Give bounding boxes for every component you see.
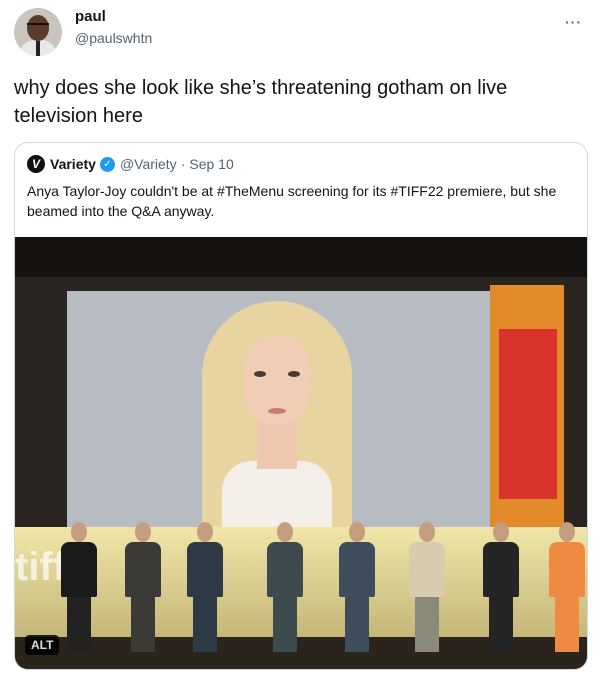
tweet-photo[interactable]: tiff ALT [15, 237, 587, 669]
portrait-right-eye [288, 371, 300, 377]
alt-text-badge[interactable]: ALT [25, 635, 60, 655]
theatre-ceiling [15, 237, 587, 277]
panelist-legs [273, 597, 297, 652]
tiff-decor-red [499, 329, 557, 499]
more-options-icon[interactable]: ··· [565, 14, 582, 30]
portrait-lips [268, 408, 286, 414]
author-handle[interactable]: @paulswhtn [75, 30, 152, 46]
quoted-tweet-header: V Variety ✓ @Variety · Sep 10 [27, 155, 238, 173]
avatar-tie [36, 41, 40, 56]
quoted-tweet-text: Anya Taylor-Joy couldn't be at #TheMenu … [27, 183, 557, 219]
panelist-body [409, 542, 445, 597]
verified-badge-icon: ✓ [99, 156, 115, 172]
panelist-body [339, 542, 375, 597]
panelist-legs [555, 597, 579, 652]
panelist-4 [265, 522, 305, 657]
panelist-1 [59, 522, 99, 657]
variety-logo-icon[interactable]: V [27, 155, 45, 173]
panelist-head [349, 522, 365, 542]
panelist-head [559, 522, 575, 542]
panelist-3 [185, 522, 225, 657]
avatar-glasses [27, 23, 49, 30]
panelist-head [419, 522, 435, 542]
panelist-head [135, 522, 151, 542]
panelist-head [71, 522, 87, 542]
panelist-head [197, 522, 213, 542]
panelist-legs [415, 597, 439, 652]
video-call-portrait [192, 301, 362, 541]
panelist-head [493, 522, 509, 542]
quoted-tweet[interactable]: V Variety ✓ @Variety · Sep 10 Anya Taylo… [14, 142, 588, 670]
panelist-body [61, 542, 97, 597]
portrait-neck [257, 419, 297, 469]
panelist-8 [547, 522, 587, 657]
quoted-author-name[interactable]: Variety [50, 156, 96, 172]
panelist-body [549, 542, 585, 597]
separator-dot: · [180, 156, 186, 172]
panelist-body [483, 542, 519, 597]
panelist-body [267, 542, 303, 597]
panelist-head [277, 522, 293, 542]
panelist-7 [481, 522, 521, 657]
panelist-legs [489, 597, 513, 652]
projection-screen [67, 291, 493, 541]
quoted-tweet-date[interactable]: Sep 10 [189, 156, 233, 172]
panelist-legs [345, 597, 369, 652]
panelist-5 [337, 522, 377, 657]
panelist-body [187, 542, 223, 597]
panelist-2 [123, 522, 163, 657]
panelist-legs [67, 597, 91, 652]
panelist-legs [131, 597, 155, 652]
tweet-text: why does she look like she’s threatening… [14, 77, 508, 127]
panelist-6 [407, 522, 447, 657]
author-avatar[interactable] [14, 8, 62, 56]
portrait-left-eye [254, 371, 266, 377]
panelist-legs [193, 597, 217, 652]
author-name[interactable]: paul [75, 8, 106, 25]
quoted-author-handle[interactable]: @Variety [120, 156, 177, 172]
panelist-body [125, 542, 161, 597]
